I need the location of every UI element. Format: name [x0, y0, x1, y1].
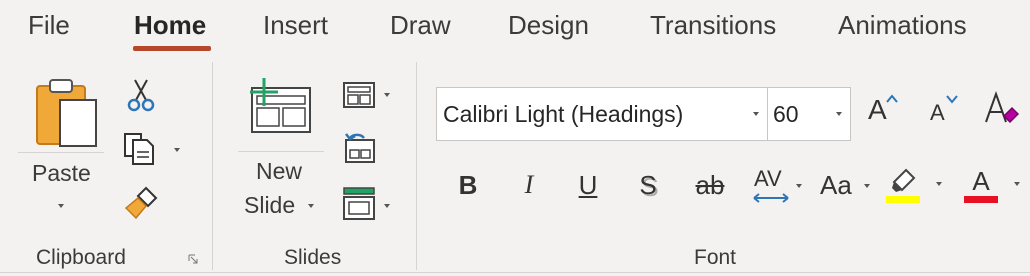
scissors-icon	[127, 79, 155, 112]
clipboard-group-label: Clipboard	[36, 246, 126, 269]
reset-icon	[345, 133, 375, 163]
caret-down-icon	[946, 95, 958, 104]
new-slide-dropdown-arrow[interactable]	[308, 204, 314, 208]
font-size-value: 60	[773, 101, 799, 127]
new-slide-icon	[250, 78, 311, 133]
font-name-combobox[interactable]: Calibri Light (Headings)	[436, 87, 768, 141]
paste-dropdown-arrow[interactable]	[58, 204, 64, 208]
new-slide-divider	[238, 151, 324, 152]
clipboard-dialog-launcher-icon[interactable]	[188, 254, 198, 264]
change-case-dropdown-arrow[interactable]	[864, 184, 870, 188]
highlight-dropdown-arrow[interactable]	[936, 182, 942, 186]
reset-button[interactable]	[342, 132, 378, 164]
font-size-dropdown-arrow[interactable]	[836, 112, 842, 116]
font-color-icon: A	[972, 166, 990, 196]
tab-transitions[interactable]: Transitions	[650, 10, 776, 41]
paste-button[interactable]: Paste	[20, 72, 110, 222]
section-dropdown-arrow[interactable]	[384, 204, 390, 208]
font-name-dropdown-arrow[interactable]	[753, 112, 759, 116]
tab-draw[interactable]: Draw	[390, 10, 451, 41]
slides-group-label: Slides	[284, 246, 342, 269]
text-shadow-button[interactable]: S	[635, 170, 661, 201]
font-size-combobox[interactable]: 60	[767, 87, 851, 141]
character-spacing-button[interactable]: AV	[752, 164, 806, 208]
layout-icon	[343, 82, 375, 108]
font-group-label: Font	[694, 246, 737, 269]
group-separator	[212, 62, 213, 270]
section-icon	[343, 187, 375, 220]
increase-font-size-icon: A	[868, 94, 887, 125]
group-separator	[416, 62, 417, 270]
paintbrush-icon	[124, 186, 158, 220]
active-tab-indicator	[133, 46, 211, 51]
new-slide-button[interactable]: New Slide	[240, 74, 330, 230]
paste-icon	[36, 79, 97, 147]
change-case-icon: Aa	[820, 170, 852, 200]
new-slide-label-line1: New	[256, 158, 303, 184]
font-color-button[interactable]: A	[962, 166, 1026, 206]
decrease-font-size-icon: A	[930, 100, 945, 125]
font-color-swatch	[964, 196, 998, 203]
tab-design[interactable]: Design	[508, 10, 589, 41]
paste-divider	[18, 152, 104, 153]
copy-dropdown-arrow[interactable]	[174, 148, 180, 152]
highlighter-icon	[886, 168, 920, 203]
clear-formatting-button[interactable]	[980, 90, 1020, 130]
bold-button[interactable]: B	[455, 170, 481, 201]
cut-button[interactable]	[126, 78, 156, 112]
font-name-value: Calibri Light (Headings)	[443, 101, 684, 127]
strikethrough-button[interactable]: ab	[690, 170, 730, 201]
format-painter-button[interactable]	[124, 186, 160, 220]
ribbon-bottom-border	[0, 272, 1030, 273]
copy-button[interactable]	[122, 130, 184, 166]
decrease-font-size-button[interactable]: A	[926, 94, 966, 128]
font-color-dropdown-arrow[interactable]	[1014, 182, 1020, 186]
layout-button[interactable]	[342, 80, 394, 110]
underline-button[interactable]: U	[575, 170, 601, 201]
increase-font-size-button[interactable]: A	[864, 92, 904, 128]
highlight-color-button[interactable]	[886, 166, 946, 206]
highlight-color-swatch	[886, 196, 920, 203]
copy-icon	[124, 133, 154, 165]
tab-animations[interactable]: Animations	[838, 10, 967, 41]
change-case-button[interactable]: Aa	[820, 170, 874, 204]
paste-label: Paste	[32, 160, 91, 186]
layout-dropdown-arrow[interactable]	[384, 93, 390, 97]
caret-up-icon	[886, 94, 898, 103]
tab-file[interactable]: File	[28, 10, 70, 41]
character-spacing-icon: AV	[754, 166, 782, 191]
italic-button[interactable]: I	[516, 170, 542, 200]
tab-home[interactable]: Home	[134, 10, 206, 41]
clear-formatting-icon	[985, 91, 1020, 124]
double-arrow-icon	[753, 193, 789, 203]
new-slide-label-line2: Slide	[244, 192, 296, 218]
character-spacing-dropdown-arrow[interactable]	[796, 184, 802, 188]
section-button[interactable]	[342, 186, 394, 222]
tab-insert[interactable]: Insert	[263, 10, 328, 41]
